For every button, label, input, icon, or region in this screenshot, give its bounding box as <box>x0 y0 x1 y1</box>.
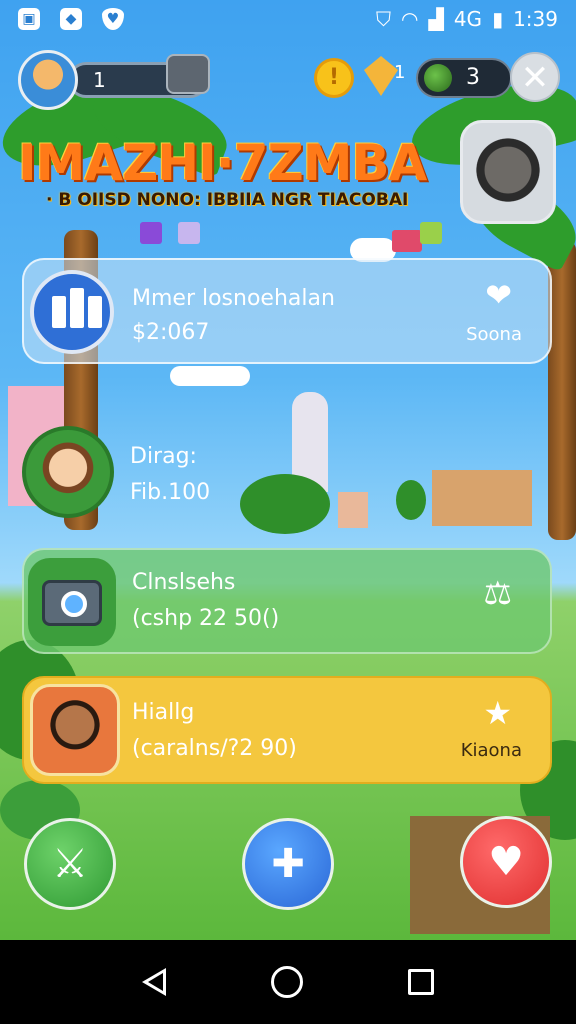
camera-icon <box>28 558 116 646</box>
heart-icon: ❤ <box>485 276 512 314</box>
card-1-value: $2:067 <box>132 320 210 345</box>
recent-apps-icon[interactable] <box>407 969 434 995</box>
bomb-count: 3 <box>466 65 480 90</box>
gem-count: 1 <box>394 62 406 83</box>
scale-icon: ⚖ <box>483 574 512 612</box>
wifi-icon: ◠ <box>400 7 419 31</box>
card-4-label: Hiallg <box>132 700 195 725</box>
network-type: 4G <box>453 7 483 31</box>
stat-card-4[interactable]: Hiallg (caralns/?2 90) ★ Kiaona <box>22 676 552 784</box>
game-subtitle: · B OIISD NONO: IBBIIA NGR TIACOBAI <box>46 190 409 210</box>
cloud <box>170 366 250 386</box>
character-avatar <box>30 684 120 776</box>
bar-chart-icon <box>30 270 114 354</box>
card-1-label: Mmer losnoehalan <box>132 286 335 311</box>
sword-icon: ⚔ <box>52 841 88 887</box>
back-icon[interactable] <box>142 968 167 996</box>
syringe-icon: ✚ <box>271 841 305 887</box>
status-bar: ▣ ◆ ♥ ⛉ ◠ ▟ 4G ▮ 1:39 <box>0 0 576 38</box>
coin-icon[interactable]: ! <box>314 58 354 98</box>
block-icon <box>392 230 422 252</box>
opponent-portrait[interactable] <box>460 120 556 224</box>
card-4-right-label: Kiaona <box>460 740 522 761</box>
card-3-value: (cshp 22 50() <box>132 606 280 631</box>
navigation-bar <box>0 940 576 1024</box>
card-2-label: Dirag: <box>130 444 197 469</box>
vpn-icon: ⛉ <box>375 7 391 31</box>
bomb-icon <box>424 64 452 92</box>
card-2-value: Fib.100 <box>130 480 211 505</box>
player-avatar[interactable] <box>18 50 78 110</box>
sword-button[interactable]: ⚔ <box>24 818 116 910</box>
home-icon[interactable] <box>270 966 303 998</box>
heart-button[interactable]: ♥ <box>460 816 552 908</box>
card-3-label: Clnslsehs <box>132 570 236 595</box>
heal-button[interactable]: ✚ <box>242 818 334 910</box>
palm-trunk <box>548 240 576 540</box>
character-avatar <box>22 426 114 518</box>
stat-card-1[interactable]: Mmer losnoehalan $2:067 ❤ Soona <box>22 258 552 364</box>
block-icon <box>178 222 200 244</box>
game-icon: ◆ <box>60 8 82 30</box>
bomb-counter[interactable]: 3 <box>416 58 512 98</box>
stat-card-2[interactable]: Dirag: Fib.100 <box>22 418 552 538</box>
heart-icon: ♥ <box>488 839 524 885</box>
battery-icon: ▮ <box>492 7 504 31</box>
block-icon <box>420 222 442 244</box>
camera-button[interactable] <box>166 54 210 94</box>
clock: 1:39 <box>513 7 558 31</box>
top-hud: 1 ! 1 3 ✕ <box>18 50 560 110</box>
signal-icon: ▟ <box>428 7 444 31</box>
gallery-icon: ▣ <box>18 8 40 30</box>
close-button[interactable]: ✕ <box>510 52 560 102</box>
stat-card-3[interactable]: Clnslsehs (cshp 22 50() ⚖ <box>22 548 552 654</box>
star-icon: ★ <box>483 694 512 732</box>
card-4-value: (caralns/?2 90) <box>132 736 297 761</box>
game-title: IMAZHI·7ZMBA <box>18 134 427 192</box>
card-1-right-label: Soona <box>466 324 522 345</box>
level-value: 1 <box>93 68 106 92</box>
shield-icon: ♥ <box>102 8 124 30</box>
gem-icon <box>364 56 398 96</box>
block-icon <box>140 222 162 244</box>
